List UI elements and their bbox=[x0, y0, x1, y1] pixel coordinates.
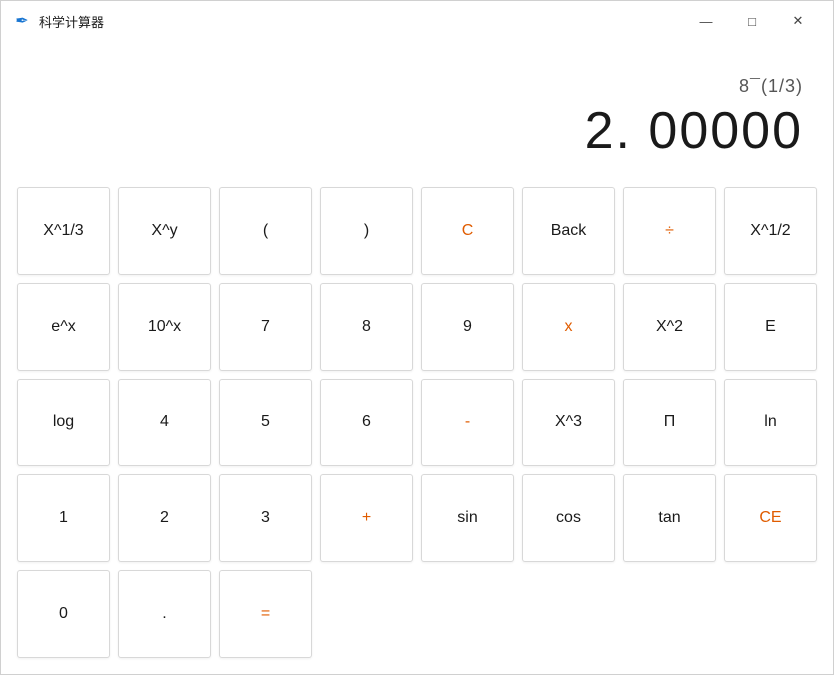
btn-_[interactable]: ÷ bbox=[623, 187, 716, 275]
app-icon: ✒ bbox=[13, 12, 31, 30]
btn-_[interactable]: . bbox=[118, 570, 211, 658]
btn-ln[interactable]: ln bbox=[724, 379, 817, 467]
btn-X_1_2[interactable]: X^1/2 bbox=[724, 187, 817, 275]
btn-9[interactable]: 9 bbox=[421, 283, 514, 371]
close-button[interactable]: ✕ bbox=[775, 5, 821, 37]
btn-6[interactable]: 6 bbox=[320, 379, 413, 467]
btn-X_2[interactable]: X^2 bbox=[623, 283, 716, 371]
btn-_[interactable]: ) bbox=[320, 187, 413, 275]
btn-X_3[interactable]: X^3 bbox=[522, 379, 615, 467]
btn-8[interactable]: 8 bbox=[320, 283, 413, 371]
btn-2[interactable]: 2 bbox=[118, 474, 211, 562]
btn-3[interactable]: 3 bbox=[219, 474, 312, 562]
btn-5[interactable]: 5 bbox=[219, 379, 312, 467]
display-area: 8¯(1/3) 2. 00000 bbox=[1, 41, 833, 171]
btn-Back[interactable]: Back bbox=[522, 187, 615, 275]
btn-0[interactable]: 0 bbox=[17, 570, 110, 658]
btn-tan[interactable]: tan bbox=[623, 474, 716, 562]
btn-_[interactable]: ( bbox=[219, 187, 312, 275]
btn-X_1_3[interactable]: X^1/3 bbox=[17, 187, 110, 275]
keypad: X^1/3X^y()CBack÷X^1/2 e^x10^x789xX^2Elog4… bbox=[1, 171, 833, 674]
maximize-button[interactable]: □ bbox=[729, 5, 775, 37]
btn-10_x[interactable]: 10^x bbox=[118, 283, 211, 371]
btn-E[interactable]: E bbox=[724, 283, 817, 371]
btn-e_x[interactable]: e^x bbox=[17, 283, 110, 371]
btn-_[interactable]: П bbox=[623, 379, 716, 467]
btn-X_y[interactable]: X^y bbox=[118, 187, 211, 275]
btn-log[interactable]: log bbox=[17, 379, 110, 467]
btn-_[interactable]: + bbox=[320, 474, 413, 562]
btn-1[interactable]: 1 bbox=[17, 474, 110, 562]
btn-sin[interactable]: sin bbox=[421, 474, 514, 562]
btn-C[interactable]: C bbox=[421, 187, 514, 275]
window: ✒ 科学计算器 — □ ✕ 8¯(1/3) 2. 00000 X^1/3X^y(… bbox=[0, 0, 834, 675]
title-bar-controls: — □ ✕ bbox=[683, 5, 821, 37]
btn-_[interactable]: = bbox=[219, 570, 312, 658]
minimize-button[interactable]: — bbox=[683, 5, 729, 37]
result-display: 2. 00000 bbox=[585, 101, 803, 161]
app-title: 科学计算器 bbox=[39, 12, 683, 31]
btn-4[interactable]: 4 bbox=[118, 379, 211, 467]
expression-display: 8¯(1/3) bbox=[739, 76, 803, 97]
btn-7[interactable]: 7 bbox=[219, 283, 312, 371]
title-bar: ✒ 科学计算器 — □ ✕ bbox=[1, 1, 833, 41]
btn-cos[interactable]: cos bbox=[522, 474, 615, 562]
btn-_[interactable]: - bbox=[421, 379, 514, 467]
btn-CE[interactable]: CE bbox=[724, 474, 817, 562]
btn-x[interactable]: x bbox=[522, 283, 615, 371]
